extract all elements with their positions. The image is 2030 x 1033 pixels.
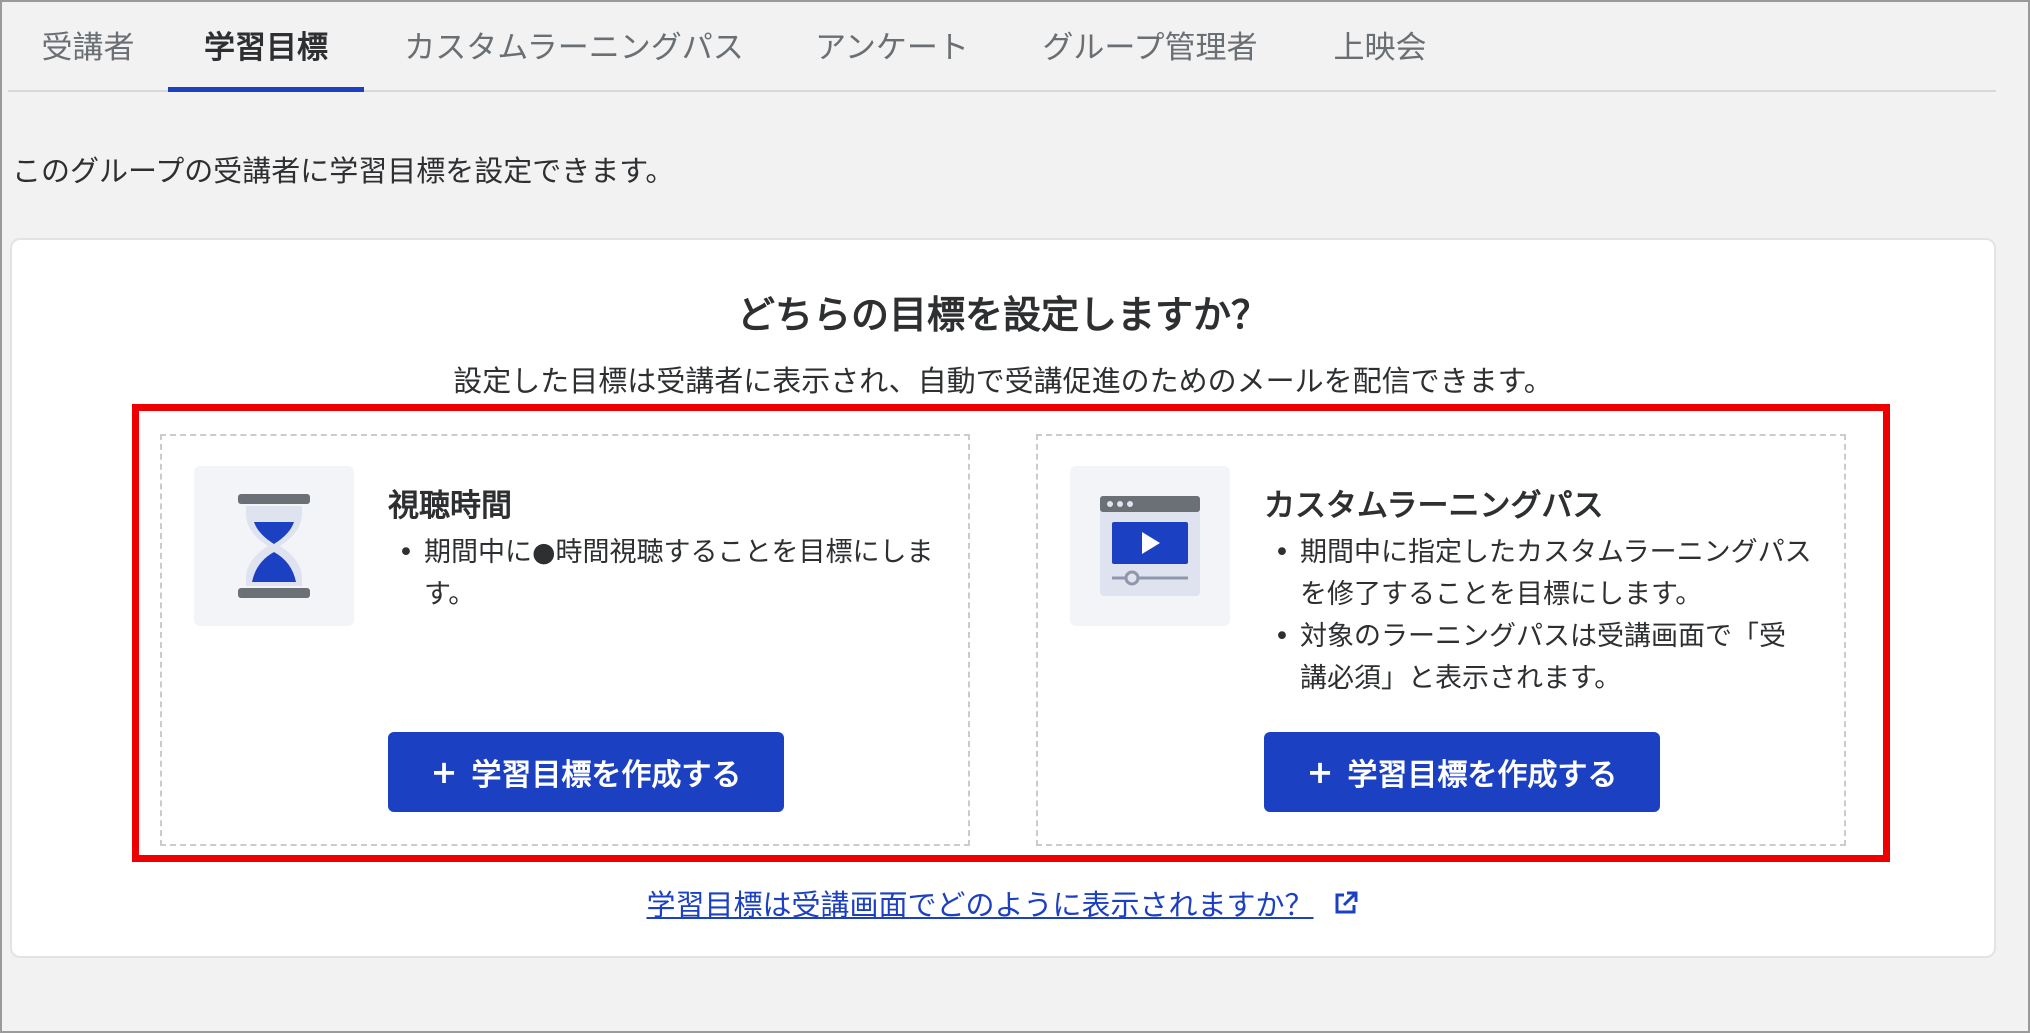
hourglass-icon [194,466,354,626]
goal-card-custom-learning-path: カスタムラーニングパス 期間中に指定したカスタムラーニングパスを修了することを目… [1036,434,1846,846]
tab-students[interactable]: 受講者 [8,0,168,90]
tab-screening[interactable]: 上映会 [1300,0,1460,90]
tab-learning-goals[interactable]: 学習目標 [168,0,364,92]
intro-text: このグループの受講者に学習目標を設定できます。 [12,154,675,188]
plus-icon: + [430,753,458,791]
help-link-row: 学習目標は受講画面でどのように表示されますか？ [10,882,1996,924]
create-goal-button-viewing-time[interactable]: + 学習目標を作成する [388,732,784,812]
card-title: 視聴時間 [388,488,512,524]
card-bullet: 期間中に●時間視聴することを目標にします。 [388,532,936,616]
video-player-icon [1070,466,1230,626]
tab-custom-learning-path[interactable]: カスタムラーニングパス [364,0,784,90]
card-bullet-list: 期間中に●時間視聴することを目標にします。 [388,532,936,616]
tab-bar: 受講者 学習目標 カスタムラーニングパス アンケート グループ管理者 上映会 [8,0,1996,92]
card-bullet-list: 期間中に指定したカスタムラーニングパスを修了することを目標にします。 対象のラー… [1264,532,1812,700]
card-title: カスタムラーニングパス [1264,488,1604,524]
button-label: 学習目標を作成する [1347,758,1618,793]
create-goal-button-custom-learning-path[interactable]: + 学習目標を作成する [1264,732,1660,812]
card-bullet: 対象のラーニングパスは受講画面で「受講必須」と表示されます。 [1264,616,1812,700]
panel-subheading: 設定した目標は受講者に表示され、自動で受講促進のためのメールを配信できます。 [453,364,1553,398]
card-bullet: 期間中に指定したカスタムラーニングパスを修了することを目標にします。 [1264,532,1812,616]
tab-group-admins[interactable]: グループ管理者 [1000,0,1300,90]
tab-survey[interactable]: アンケート [784,0,1000,90]
goal-card-viewing-time: 視聴時間 期間中に●時間視聴することを目標にします。 + 学習目標を作成する [160,434,970,846]
button-label: 学習目標を作成する [471,758,742,793]
help-link[interactable]: 学習目標は受講画面でどのように表示されますか？ [646,882,1313,924]
panel-heading: どちらの目標を設定しますか？ [736,293,1269,337]
external-link-icon[interactable] [1332,889,1360,917]
plus-icon: + [1306,753,1334,791]
